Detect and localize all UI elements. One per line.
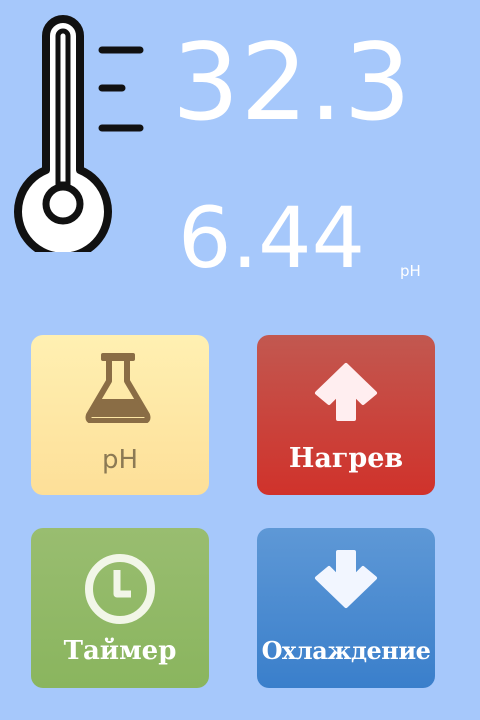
ph-button-label: pH (101, 445, 139, 475)
timer-button-label: Таймер (63, 636, 177, 666)
temperature-readout: 32.3 (172, 21, 413, 144)
arrow-up-icon (315, 363, 377, 421)
flask-icon (85, 353, 151, 423)
ph-button[interactable]: pH (31, 335, 209, 495)
cool-button[interactable]: Охлаждение (257, 528, 435, 688)
heat-button[interactable]: Нагрев (257, 335, 435, 495)
arrow-down-icon (315, 550, 377, 608)
heat-button-label: Нагрев (288, 443, 404, 474)
thermometer-icon (10, 12, 150, 261)
cool-button-label: Охлаждение (261, 636, 431, 665)
ph-readout: 6.44 (178, 189, 366, 287)
timer-button[interactable]: Таймер (31, 528, 209, 688)
clock-icon (85, 554, 155, 624)
ph-unit-label: pH (400, 262, 421, 280)
